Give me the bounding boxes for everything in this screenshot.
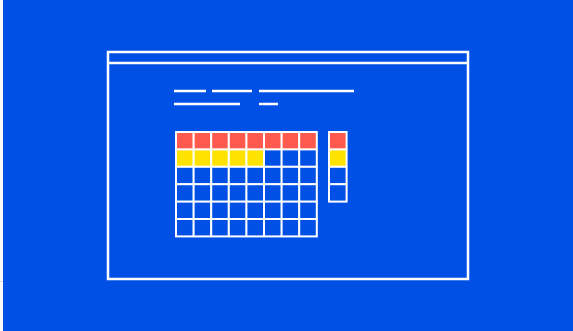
grid-cell: [175, 131, 195, 151]
grid-cell: [210, 148, 230, 168]
grid-cell: [263, 165, 283, 186]
grid-cell: [245, 148, 265, 168]
side-column-cell: [328, 165, 348, 186]
grid-cell: [192, 183, 213, 203]
grid-cell: [210, 183, 230, 203]
grid-cell: [175, 148, 195, 168]
grid-cell: [245, 165, 265, 186]
grid-cell: [280, 200, 301, 221]
grid-cell: [298, 148, 318, 168]
illustration-canvas: [0, 0, 573, 331]
grid-cell: [210, 131, 230, 151]
grid-cell: [175, 165, 195, 186]
grid-cell: [263, 200, 283, 221]
grid-cell: [210, 165, 230, 186]
grid-cell: [245, 200, 265, 221]
grid-cell: [192, 148, 213, 168]
grid-cell: [245, 131, 265, 151]
grid-cell: [227, 165, 248, 186]
grid-cell: [227, 183, 248, 203]
grid-cell: [192, 165, 213, 186]
grid-cell: [210, 200, 230, 221]
spreadsheet-grid: [175, 131, 318, 238]
grid-cell: [227, 218, 248, 238]
grid-cell: [280, 183, 301, 203]
grid-cell: [245, 218, 265, 238]
grid-cell: [298, 200, 318, 221]
grid-cell: [227, 200, 248, 221]
spreadsheet-illustration: [3, 0, 573, 331]
grid-cell: [192, 200, 213, 221]
grid-cell: [192, 131, 213, 151]
grid-cell: [245, 183, 265, 203]
spreadsheet-side-column: [328, 131, 348, 203]
grid-cell: [175, 200, 195, 221]
side-column-cell: [328, 148, 348, 168]
grid-cell: [263, 131, 283, 151]
grid-cell: [298, 165, 318, 186]
grid-cell: [280, 148, 301, 168]
grid-cell: [280, 165, 301, 186]
grid-cell: [192, 218, 213, 238]
grid-cell: [210, 218, 230, 238]
grid-cell: [298, 218, 318, 238]
grid-cell: [263, 183, 283, 203]
grid-cell: [227, 131, 248, 151]
grid-cell: [280, 218, 301, 238]
grid-cell: [280, 131, 301, 151]
grid-cell: [227, 148, 248, 168]
side-column-cell: [328, 131, 348, 151]
grid-cell: [298, 183, 318, 203]
side-column-cell: [328, 183, 348, 203]
grid-cell: [263, 148, 283, 168]
grid-cell: [263, 218, 283, 238]
grid-cell: [175, 183, 195, 203]
grid-cell: [298, 131, 318, 151]
grid-cell: [175, 218, 195, 238]
